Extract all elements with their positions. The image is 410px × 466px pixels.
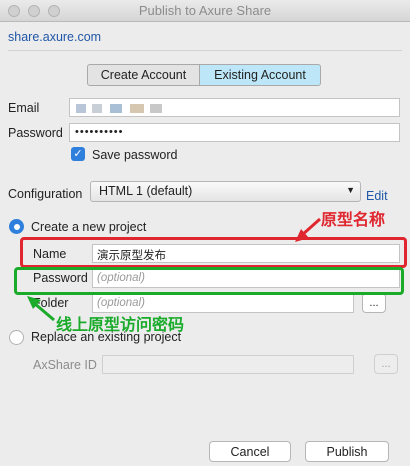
green-arrow-icon [27,296,55,322]
red-arrow-icon [295,217,321,242]
annotation-arrows [27,217,321,322]
